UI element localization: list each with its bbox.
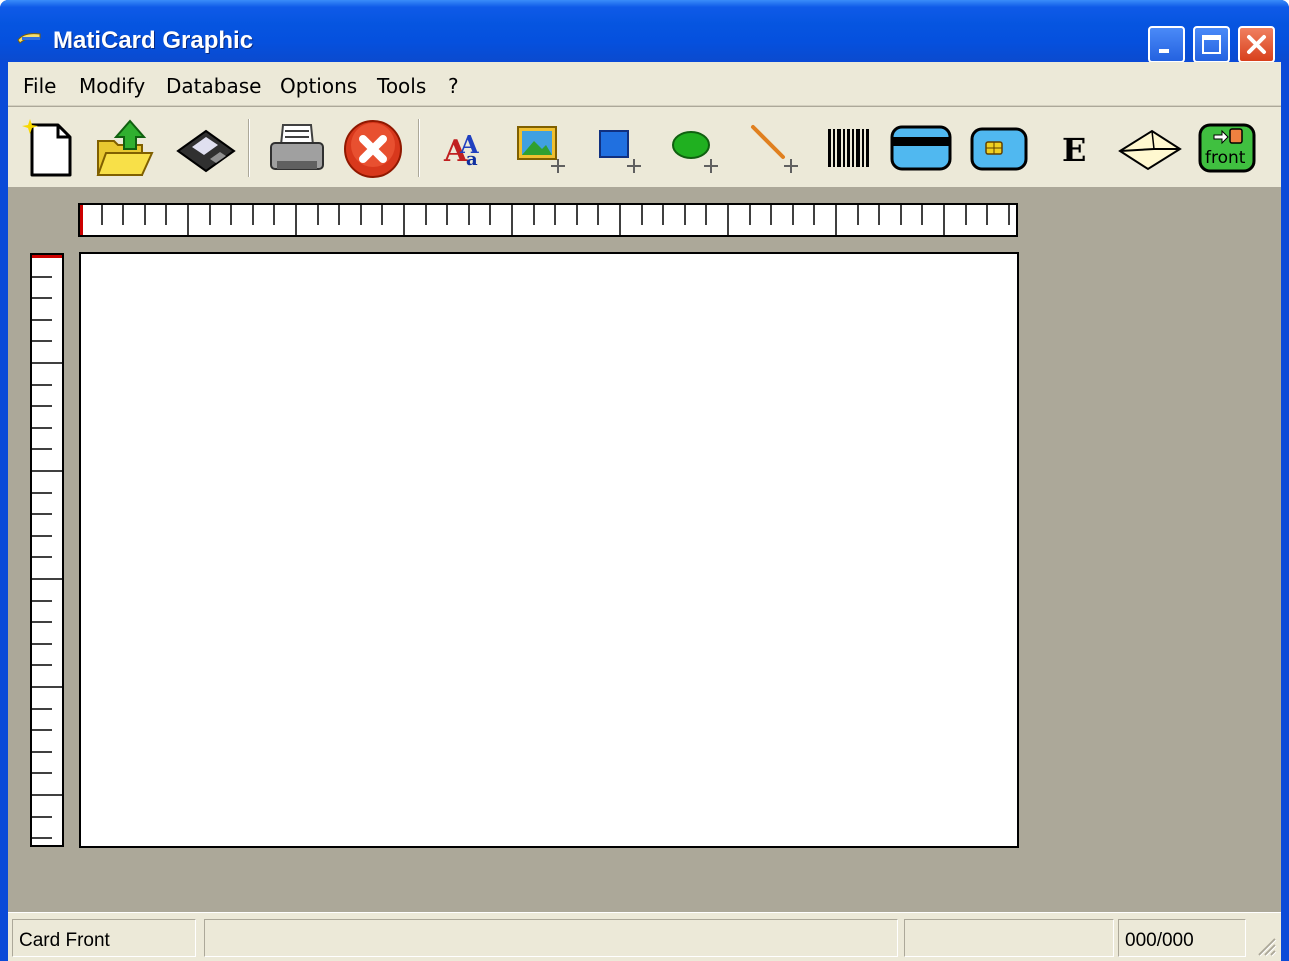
minimize-icon: [1159, 49, 1169, 53]
open-button[interactable]: [92, 115, 158, 181]
encode-icon: E: [1062, 131, 1086, 169]
menu-modify[interactable]: Modify: [79, 74, 145, 98]
line-tool-icon: [751, 125, 798, 173]
card-side-icon: front: [1198, 123, 1256, 173]
svg-text:a: a: [466, 149, 478, 170]
card-app-icon: [17, 33, 41, 44]
app-window: MatiCard Graphic File Modify Database Op…: [0, 0, 1289, 961]
menu-file[interactable]: File: [23, 74, 56, 98]
card-side-label: front: [1205, 148, 1246, 168]
card-side-button[interactable]: front: [1194, 115, 1260, 181]
vertical-ruler-ticks: [32, 255, 62, 839]
chip-card-icon: [970, 127, 1028, 171]
envelope-button[interactable]: [1116, 115, 1182, 181]
card-canvas[interactable]: [79, 252, 1019, 848]
status-card-side: Card Front: [12, 919, 196, 957]
cancel-button[interactable]: [340, 115, 406, 181]
encode-label: E: [1062, 131, 1086, 169]
ellipse-tool-icon: [672, 131, 718, 173]
image-tool-icon: [517, 126, 565, 173]
resize-grip-icon[interactable]: [1255, 935, 1277, 957]
toolbar-separator: [248, 119, 250, 177]
text-tool-button[interactable]: A A a: [436, 115, 502, 181]
horizontal-ruler: [78, 203, 1018, 237]
magnetic-stripe-icon: [890, 125, 952, 171]
ruler-position-marker: [80, 205, 83, 235]
new-document-icon: [22, 119, 72, 177]
maximize-button[interactable]: [1193, 26, 1230, 63]
horizontal-ruler-ticks: [80, 205, 1010, 235]
save-button[interactable]: [174, 115, 240, 181]
barcode-button[interactable]: [816, 115, 882, 181]
menu-tools[interactable]: Tools: [377, 74, 426, 98]
minimize-button[interactable]: [1148, 26, 1185, 63]
envelope-icon: [1118, 129, 1182, 171]
printer-icon: [270, 124, 324, 170]
menu-help[interactable]: ?: [448, 74, 459, 98]
new-button[interactable]: [18, 115, 84, 181]
chip-card-button[interactable]: [966, 115, 1032, 181]
menu-database[interactable]: Database: [166, 74, 261, 98]
status-panel-3: [904, 919, 1114, 957]
close-button[interactable]: [1238, 26, 1275, 63]
menu-bar: File Modify Database Options Tools ?: [8, 62, 1281, 106]
ellipse-tool-button[interactable]: [663, 115, 729, 181]
vertical-ruler: [30, 253, 64, 847]
title-bar[interactable]: MatiCard Graphic: [0, 0, 1289, 63]
window-title: MatiCard Graphic: [53, 27, 254, 54]
cancel-icon: [344, 120, 402, 178]
close-icon: [1247, 35, 1266, 54]
barcode-icon: [828, 129, 869, 167]
rectangle-tool-button[interactable]: [586, 115, 652, 181]
magnetic-stripe-button[interactable]: [888, 115, 954, 181]
menu-options[interactable]: Options: [280, 74, 357, 98]
client-area: File Modify Database Options Tools ? A A…: [8, 62, 1281, 961]
status-record-counter: 000/000: [1118, 919, 1246, 957]
image-tool-button[interactable]: [508, 115, 574, 181]
save-disk-icon: [176, 129, 236, 173]
toolbar: A A a E front: [8, 107, 1281, 187]
ruler-position-marker: [32, 255, 62, 258]
text-tool-icon: A A a: [443, 130, 479, 170]
maximize-icon: [1202, 35, 1221, 54]
line-tool-button[interactable]: [743, 115, 809, 181]
status-bar: Card Front 000/000: [8, 912, 1281, 961]
open-folder-icon: [96, 119, 154, 176]
status-panel-2: [204, 919, 898, 957]
toolbar-separator: [418, 119, 420, 177]
rectangle-tool-icon: [599, 130, 641, 173]
print-button[interactable]: [265, 115, 331, 181]
encode-button[interactable]: E: [1044, 115, 1110, 181]
